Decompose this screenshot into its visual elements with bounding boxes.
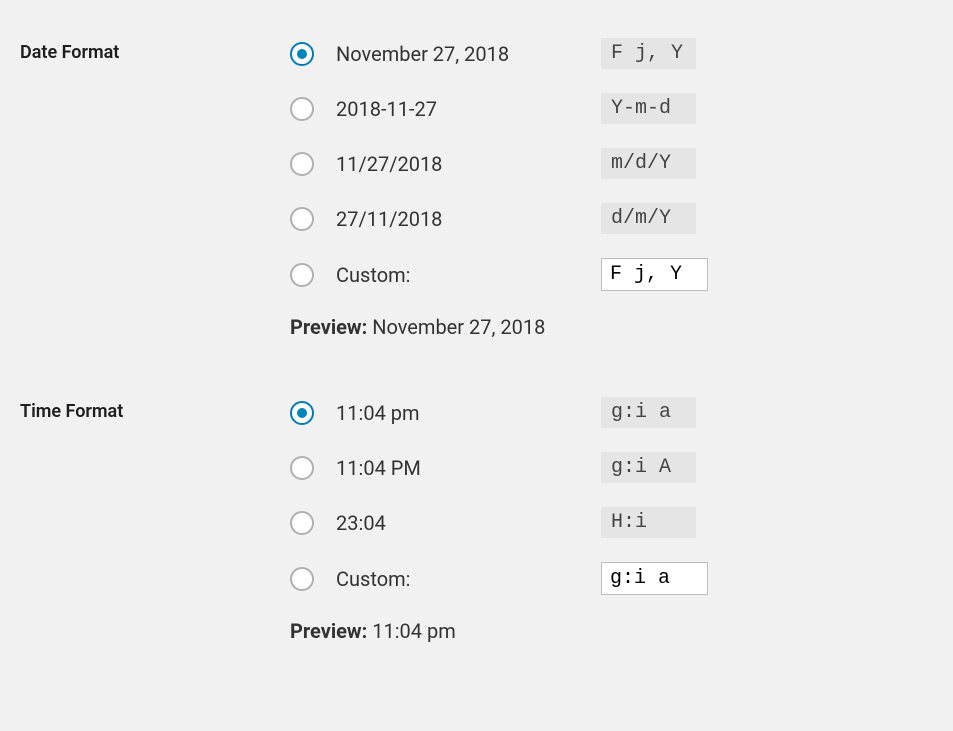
time-format-code-1: g:i A: [601, 452, 696, 483]
date-format-custom-input[interactable]: [601, 258, 708, 291]
date-format-code-0: F j, Y: [601, 38, 696, 69]
time-format-heading: Time Format: [0, 359, 270, 663]
date-format-radio-custom[interactable]: [290, 263, 314, 287]
time-format-radio-0[interactable]: [290, 401, 314, 425]
date-format-label-3[interactable]: 27/11/2018: [336, 207, 601, 231]
time-format-custom-label[interactable]: Custom:: [336, 567, 601, 591]
date-format-custom-label[interactable]: Custom:: [336, 263, 601, 287]
time-format-radio-2[interactable]: [290, 511, 314, 535]
time-format-preview: Preview: 11:04 pm: [290, 619, 933, 643]
date-format-radio-2[interactable]: [290, 152, 314, 176]
date-format-radio-3[interactable]: [290, 207, 314, 231]
time-format-radio-custom[interactable]: [290, 567, 314, 591]
date-format-code-2: m/d/Y: [601, 148, 696, 179]
date-format-preview-value: November 27, 2018: [372, 315, 545, 339]
date-format-code-1: Y-m-d: [601, 93, 696, 124]
time-format-label-0[interactable]: 11:04 pm: [336, 401, 601, 425]
time-format-custom-input[interactable]: [601, 562, 708, 595]
time-format-code-0: g:i a: [601, 397, 696, 428]
date-format-label-0[interactable]: November 27, 2018: [336, 42, 601, 66]
date-format-heading: Date Format: [0, 0, 270, 359]
time-format-code-2: H:i: [601, 507, 696, 538]
date-format-preview: Preview: November 27, 2018: [290, 315, 933, 339]
date-format-label-2[interactable]: 11/27/2018: [336, 152, 601, 176]
date-format-label-1[interactable]: 2018-11-27: [336, 97, 601, 121]
time-format-label-2[interactable]: 23:04: [336, 511, 601, 535]
date-format-radio-1[interactable]: [290, 97, 314, 121]
time-format-preview-value: 11:04 pm: [372, 619, 456, 643]
time-format-label-1[interactable]: 11:04 PM: [336, 456, 601, 480]
time-format-radio-1[interactable]: [290, 456, 314, 480]
date-format-radio-0[interactable]: [290, 42, 314, 66]
time-format-preview-label: Preview:: [290, 619, 367, 643]
date-format-preview-label: Preview:: [290, 315, 367, 339]
date-format-code-3: d/m/Y: [601, 203, 696, 234]
